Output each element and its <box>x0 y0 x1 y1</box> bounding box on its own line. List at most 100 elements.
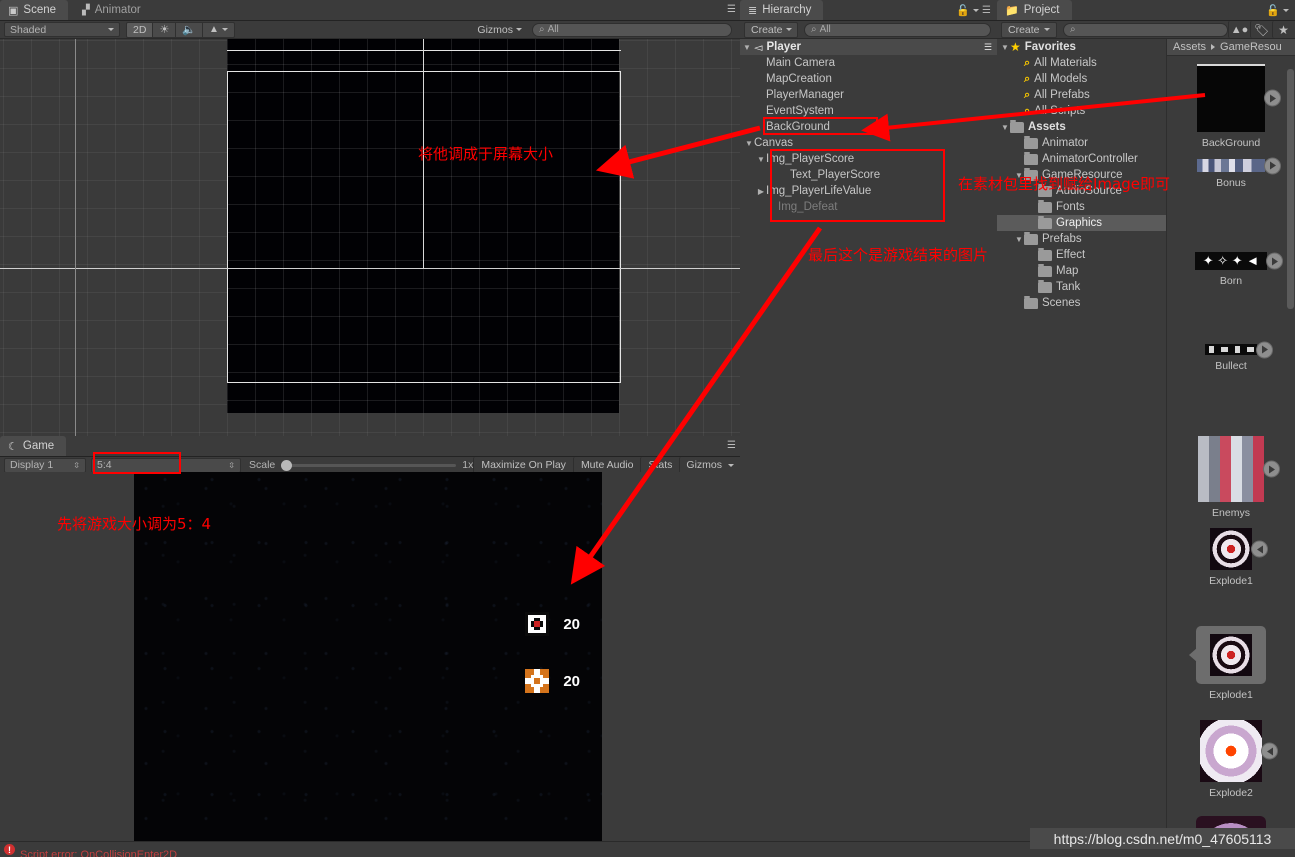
asset-item[interactable]: ✦ ✧ ✦ ◄ Born <box>1167 252 1295 287</box>
scene-fx-toggle[interactable]: ▲ <box>203 21 235 38</box>
hierarchy-item-main-camera[interactable]: Main Camera <box>740 55 997 71</box>
gizmos-dropdown[interactable]: Gizmos <box>471 22 528 38</box>
project-tree-item-label: AnimatorController <box>1042 153 1138 165</box>
tab-scene[interactable]: ▣ Scene <box>0 0 69 20</box>
tab-game[interactable]: ☾ Game <box>0 436 67 456</box>
shading-mode-dropdown[interactable]: Shaded <box>4 22 120 37</box>
asset-thumb-wrapper[interactable] <box>1197 157 1281 174</box>
scene-pane-menu-icon[interactable]: ☰ <box>727 4 736 15</box>
asset-thumb-wrapper[interactable] <box>1196 626 1266 684</box>
project-tree-item-effect[interactable]: Effect <box>997 247 1166 263</box>
hierarchy-item-canvas[interactable]: ▼ Canvas <box>740 135 997 151</box>
project-tree-item-graphics[interactable]: Graphics <box>997 215 1166 231</box>
project-tree-item-map[interactable]: Map <box>997 263 1166 279</box>
breadcrumb-item-gameresource[interactable]: GameResou <box>1220 41 1282 53</box>
lock-icon[interactable]: 🔓 <box>1266 4 1280 17</box>
chevron-down-icon[interactable]: ▼ <box>1014 235 1024 244</box>
game-pane-menu-icon[interactable]: ☰ <box>727 440 736 451</box>
asset-item[interactable]: BackGround <box>1167 64 1295 149</box>
chevron-down-icon[interactable]: ▼ <box>744 139 754 148</box>
hierarchy-root-row[interactable]: ▼ ◅ Player ☰ <box>740 39 997 55</box>
hierarchy-scene-menu-icon[interactable]: ☰ <box>984 42 992 53</box>
project-search-input[interactable]: ⌕ <box>1063 22 1228 37</box>
hierarchy-item-img-defeat[interactable]: Img_Defeat <box>740 199 997 215</box>
tab-animator[interactable]: ▞ Animator <box>74 0 153 20</box>
maximize-on-play-button[interactable]: Maximize On Play <box>473 456 573 474</box>
filter-by-type-button[interactable]: ▲● <box>1228 21 1250 38</box>
asset-preview-toggle-icon[interactable] <box>1266 252 1283 270</box>
display-dropdown[interactable]: Display 1 ⇳ <box>4 457 86 473</box>
project-scrollbar[interactable] <box>1287 69 1294 309</box>
hierarchy-search-input[interactable]: ⌕ All <box>804 22 991 37</box>
tab-project[interactable]: 📁 Project <box>997 0 1072 20</box>
chevron-down-icon[interactable] <box>973 9 980 12</box>
hierarchy-tree[interactable]: ▼ ◅ Player ☰ Main Camera MapCreation Playe… <box>740 39 997 841</box>
project-tree-item-animatorcontroller[interactable]: AnimatorController <box>997 151 1166 167</box>
asset-item[interactable]: Explode1 <box>1167 626 1295 701</box>
chevron-right-icon[interactable]: ▶ <box>756 187 766 196</box>
toggle-2d-button[interactable]: 2D <box>126 21 154 38</box>
asset-item[interactable]: Explode1 <box>1167 528 1295 587</box>
project-tree-item-prefabs[interactable]: ▼ Prefabs <box>997 231 1166 247</box>
asset-preview-toggle-icon[interactable] <box>1263 460 1280 478</box>
hierarchy-item-background[interactable]: BackGround <box>740 119 997 135</box>
asset-thumb-wrapper[interactable] <box>1205 341 1273 358</box>
asset-item[interactable]: Explode2 <box>1167 720 1295 799</box>
asset-thumb-wrapper[interactable] <box>1197 64 1281 132</box>
aspect-ratio-dropdown[interactable]: 5:4 ⇳ <box>91 457 241 473</box>
asset-preview-toggle-icon[interactable] <box>1256 341 1273 358</box>
asset-preview-toggle-icon[interactable] <box>1261 742 1278 760</box>
scene-lighting-toggle[interactable]: ☀ <box>153 21 177 38</box>
asset-preview-toggle-icon[interactable] <box>1264 89 1281 107</box>
project-tree-item-assets[interactable]: ▼ Assets <box>997 119 1166 135</box>
chevron-down-icon[interactable]: ▼ <box>756 155 766 164</box>
chevron-down-icon[interactable]: ▼ <box>742 43 752 52</box>
stats-button[interactable]: Stats <box>640 456 679 474</box>
hierarchy-item-eventsystem[interactable]: EventSystem <box>740 103 997 119</box>
hierarchy-pane-menu-icon[interactable]: ☰ <box>982 5 991 16</box>
game-gizmos-dropdown[interactable]: Gizmos <box>679 456 740 474</box>
asset-thumb-wrapper[interactable] <box>1210 528 1268 570</box>
project-tree-item-tank[interactable]: Tank <box>997 279 1166 295</box>
project-tree-item-all-models[interactable]: ⌕ All Models <box>997 71 1166 87</box>
asset-item[interactable]: Enemys <box>1167 436 1295 519</box>
create-button[interactable]: Create <box>744 21 798 38</box>
scene-viewport[interactable] <box>0 39 740 436</box>
project-tree-item-all-prefabs[interactable]: ⌕ All Prefabs <box>997 87 1166 103</box>
asset-thumb-wrapper[interactable] <box>1198 436 1280 502</box>
hierarchy-item-img-playerscore[interactable]: ▼ Img_PlayerScore <box>740 151 997 167</box>
asset-preview-toggle-icon[interactable] <box>1251 540 1268 558</box>
scene-search-placeholder: All <box>547 24 559 35</box>
asset-label: Born <box>1219 275 1243 287</box>
project-tree-item-all-materials[interactable]: ⌕ All Materials <box>997 55 1166 71</box>
mute-audio-button[interactable]: Mute Audio <box>572 456 641 474</box>
hierarchy-item-playermanager[interactable]: PlayerManager <box>740 87 997 103</box>
project-folder-tree[interactable]: ▼ ★ Favorites ⌕ All Materials ⌕ All Models ⌕ All… <box>997 39 1167 841</box>
project-tree-item-favorites[interactable]: ▼ ★ Favorites <box>997 39 1166 55</box>
asset-item[interactable]: Bonus <box>1167 157 1295 189</box>
scale-slider[interactable] <box>281 459 457 471</box>
project-tree-item-fonts[interactable]: Fonts <box>997 199 1166 215</box>
project-asset-grid[interactable]: Assets GameResou BackGround Bonus ✦ ✧ ✦ ◄ B… <box>1167 39 1295 841</box>
chevron-down-icon[interactable]: ▼ <box>1000 123 1010 132</box>
asset-thumb-wrapper[interactable]: ✦ ✧ ✦ ◄ <box>1195 252 1283 270</box>
chevron-down-icon[interactable]: ▼ <box>1000 43 1010 52</box>
project-create-button[interactable]: Create <box>1001 21 1057 38</box>
asset-thumb-wrapper[interactable] <box>1200 720 1278 782</box>
chevron-down-icon[interactable] <box>1283 9 1289 12</box>
scale-slider-handle[interactable] <box>281 460 293 471</box>
project-tree-item-scenes[interactable]: Scenes <box>997 295 1166 311</box>
project-tree-item-animator[interactable]: Animator <box>997 135 1166 151</box>
asset-preview-toggle-icon[interactable] <box>1264 157 1281 174</box>
search-icon: ⌕ <box>1024 72 1031 85</box>
hierarchy-item-mapcreation[interactable]: MapCreation <box>740 71 997 87</box>
lock-icon[interactable]: 🔓 <box>956 4 970 17</box>
breadcrumb-item-assets[interactable]: Assets <box>1173 41 1206 53</box>
tab-hierarchy[interactable]: ≣ Hierarchy <box>740 0 824 20</box>
scene-audio-toggle[interactable]: 🔈 <box>176 21 204 38</box>
asset-item[interactable]: Bullect <box>1167 341 1295 372</box>
project-tree-item-all-scripts[interactable]: ⌕ All Scripts <box>997 103 1166 119</box>
favorite-filter-button[interactable]: ★ <box>1272 21 1294 38</box>
filter-by-label-button[interactable]: 🏷 <box>1250 21 1272 38</box>
scene-search-input[interactable]: ⌕ All <box>532 22 732 37</box>
